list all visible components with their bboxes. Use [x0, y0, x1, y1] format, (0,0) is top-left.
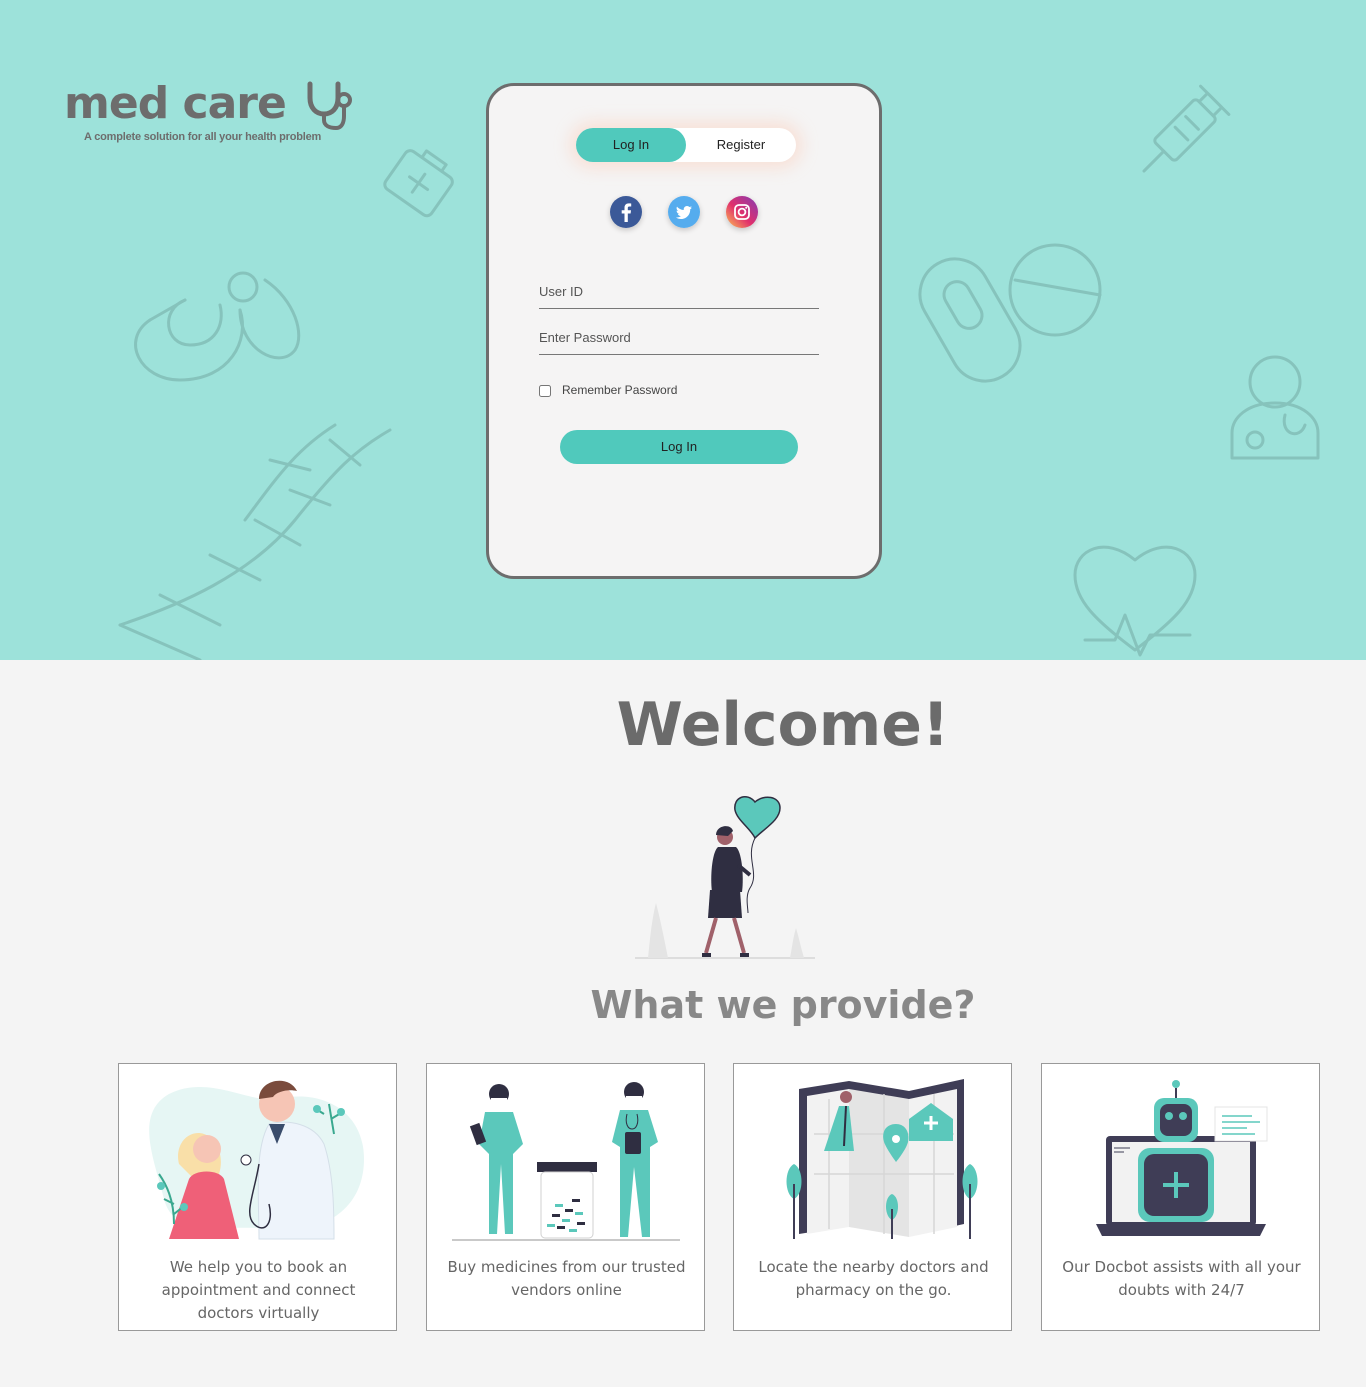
brand-logo[interactable]: med care A complete solution for all you… — [64, 78, 364, 148]
feature-card-appointment[interactable]: We help you to book an appointment and c… — [118, 1063, 397, 1331]
auth-card: Log In Register Remember Password Log In — [486, 83, 882, 579]
user-id-input[interactable] — [539, 278, 819, 309]
tab-register[interactable]: Register — [686, 128, 796, 162]
syringe-icon — [1142, 84, 1231, 173]
brand-name: med care — [64, 78, 287, 129]
stethoscope-icon — [134, 271, 301, 382]
feature-card-medicines[interactable]: Buy medicines from our trusted vendors o… — [426, 1063, 705, 1331]
feature-text: Our Docbot assists with all your doubts … — [1062, 1258, 1301, 1299]
feature-card-docbot[interactable]: Our Docbot assists with all your doubts … — [1041, 1063, 1320, 1331]
doctor-consultation-illustration — [149, 1080, 364, 1240]
instagram-icon[interactable] — [726, 196, 758, 228]
map-location-illustration — [786, 1079, 978, 1239]
what-we-provide-heading: What we provide? — [590, 983, 976, 1027]
stethoscope-logo-icon — [307, 81, 352, 130]
login-button[interactable]: Log In — [560, 430, 798, 464]
social-login-row — [610, 196, 760, 230]
remember-password-label: Remember Password — [562, 383, 678, 397]
hero-section: med care A complete solution for all you… — [0, 0, 1366, 660]
remember-password-checkbox[interactable] — [539, 385, 551, 397]
pharmacy-medicines-illustration — [452, 1082, 680, 1241]
doctor-avatar-icon — [1230, 355, 1320, 460]
welcome-heading: Welcome! — [616, 690, 950, 760]
woman-with-heart-balloon-illustration — [635, 795, 815, 959]
twitter-icon[interactable] — [668, 196, 700, 228]
dna-icon — [118, 423, 392, 660]
docbot-robot-illustration — [1096, 1080, 1268, 1236]
brand-tagline: A complete solution for all your health … — [84, 131, 322, 143]
feature-card-locate[interactable]: Locate the nearby doctors and pharmacy o… — [733, 1063, 1012, 1331]
feature-text: Locate the nearby doctors and pharmacy o… — [758, 1258, 989, 1299]
auth-tab-toggle: Log In Register — [576, 128, 796, 162]
tab-login[interactable]: Log In — [576, 128, 686, 162]
feature-text: We help you to book an appointment and c… — [161, 1258, 356, 1322]
first-aid-kit-icon — [383, 149, 454, 218]
password-input[interactable] — [539, 324, 819, 355]
pill-icon — [918, 243, 1102, 383]
facebook-icon[interactable] — [610, 196, 642, 228]
feature-text: Buy medicines from our trusted vendors o… — [447, 1258, 686, 1299]
heart-icon — [1073, 545, 1197, 657]
